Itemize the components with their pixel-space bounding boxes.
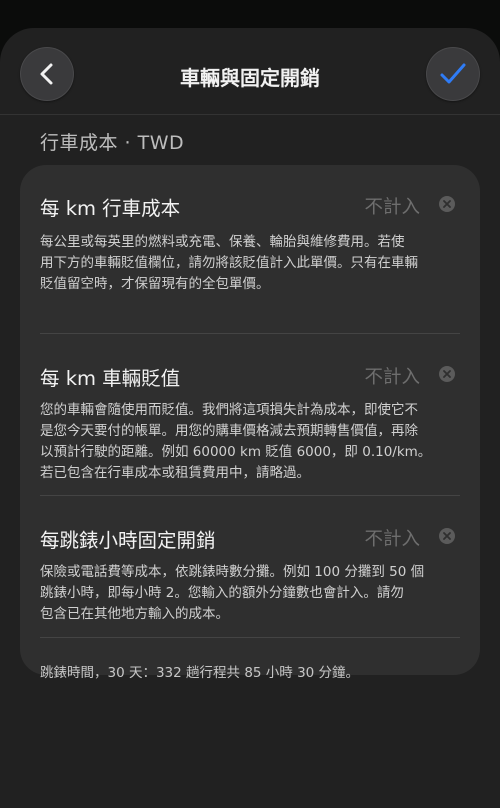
running-cost-input[interactable]: 不計入 — [364, 193, 420, 219]
row-divider — [40, 495, 460, 496]
chevron-left-icon — [40, 63, 53, 85]
fixed-cost-label: 每跳錶小時固定開銷 — [40, 529, 216, 552]
row-divider — [40, 637, 460, 638]
depreciation-clear-button[interactable] — [439, 366, 455, 382]
fixed-cost-clear-button[interactable] — [439, 528, 455, 544]
back-button[interactable] — [20, 47, 74, 101]
fixed-cost-description: 保險或電話費等成本，依跳錶時數分攤。例如 100 分攤到 50 個 跳錶小時，即… — [40, 564, 425, 622]
section-title: 行車成本 · TWD — [40, 132, 185, 154]
depreciation-input[interactable]: 不計入 — [364, 363, 420, 389]
running-cost-description: 每公里或每英里的燃料或充電、保養、輪胎與維修費用。若使 用下方的車輛貶值欄位，請… — [40, 234, 418, 292]
header-divider — [0, 114, 500, 115]
page-title: 車輛與固定開銷 — [180, 66, 320, 90]
clear-icon — [443, 532, 451, 540]
clear-icon — [443, 200, 451, 208]
row-divider — [40, 333, 460, 334]
meter-time-summary: 跳錶時間，30 天：332 趟行程共 85 小時 30 分鐘。 — [40, 665, 360, 681]
depreciation-label: 每 km 車輛貶值 — [40, 367, 181, 390]
clear-icon — [443, 370, 451, 378]
depreciation-description: 您的車輛會隨使用而貶值。我們將這項損失計為成本，即使它不 是您今天要付的帳單。用… — [40, 402, 432, 481]
settings-sheet: 車輛與固定開銷 行車成本 · TWD 每 km 行車成本 不計入 每公里或每英里… — [0, 28, 500, 808]
running-cost-clear-button[interactable] — [439, 196, 455, 212]
checkmark-icon — [440, 63, 466, 84]
cost-settings-card: 每 km 行車成本 不計入 每公里或每英里的燃料或充電、保養、輪胎與維修費用。若… — [20, 165, 480, 681]
running-cost-label: 每 km 行車成本 — [40, 197, 181, 220]
fixed-cost-input[interactable]: 不計入 — [364, 525, 420, 551]
done-button[interactable] — [426, 47, 480, 101]
